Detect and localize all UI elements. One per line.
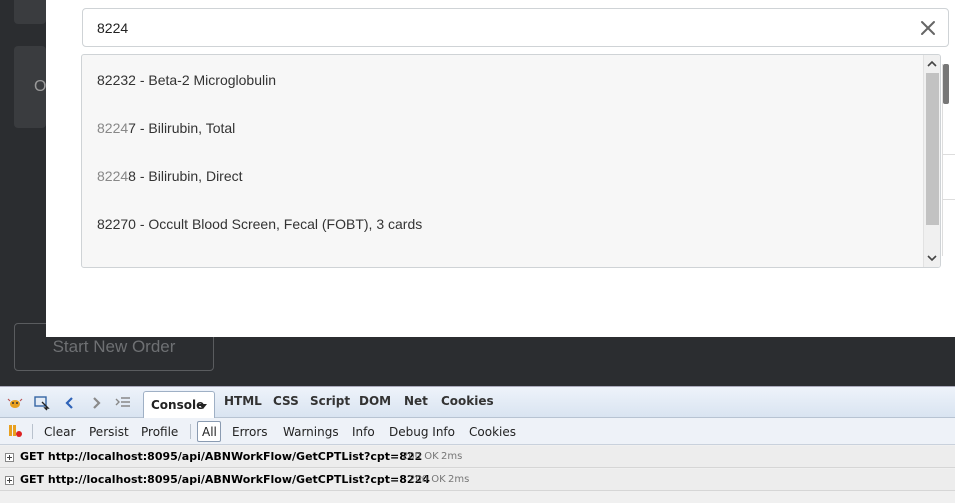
filter-cookies-button[interactable]: Cookies — [469, 425, 516, 439]
filter-errors-button[interactable]: Errors — [232, 425, 268, 439]
search-box[interactable] — [82, 8, 949, 47]
autocomplete-dropdown: 82232 - Beta-2 Microglobulin 82247 - Bil… — [81, 54, 941, 268]
log-request-text: GET http://localhost:8095/api/ABNWorkFlo… — [20, 473, 430, 486]
devtools-panel: Console HTML CSS Script DOM Net Cookies … — [0, 386, 955, 503]
log-request-text: GET http://localhost:8095/api/ABNWorkFlo… — [20, 450, 423, 463]
expand-icon[interactable] — [5, 476, 14, 485]
autocomplete-item[interactable]: 82232 - Beta-2 Microglobulin — [97, 72, 276, 92]
log-time: 2ms — [441, 451, 463, 462]
tab-net[interactable]: Net — [404, 394, 428, 408]
chevron-up-icon[interactable] — [924, 56, 940, 72]
background-card-top — [14, 0, 46, 24]
tab-cookies[interactable]: Cookies — [441, 394, 494, 408]
chevron-down-icon[interactable] — [924, 250, 940, 266]
search-input[interactable] — [97, 18, 897, 38]
cpt-search-modal: 82232 - Beta-2 Microglobulin 82247 - Bil… — [46, 0, 955, 337]
filter-info-button[interactable]: Info — [352, 425, 375, 439]
scrollbar-thumb[interactable] — [926, 73, 939, 225]
underlying-form-scroll — [943, 64, 949, 104]
filter-all-button[interactable]: All — [197, 421, 221, 442]
clear-button[interactable]: Clear — [44, 425, 75, 439]
chevron-left-icon[interactable] — [62, 395, 78, 411]
filter-debug-info-button[interactable]: Debug Info — [389, 425, 455, 439]
autocomplete-item-text: 7 - Bilirubin, Total — [128, 120, 236, 136]
autocomplete-item-text: 82232 - Beta-2 Microglobulin — [97, 72, 276, 88]
devtools-main-toolbar: Console HTML CSS Script DOM Net Cookies — [0, 386, 955, 419]
log-row[interactable]: GET http://localhost:8095/api/ABNWorkFlo… — [0, 469, 955, 491]
autocomplete-item-text: 82270 - Occult Blood Screen, Fecal (FOBT… — [97, 216, 423, 232]
profile-button[interactable]: Profile — [141, 425, 178, 439]
log-row[interactable]: GET http://localhost:8095/api/ABNWorkFlo… — [0, 446, 955, 468]
tab-html[interactable]: HTML — [224, 394, 262, 408]
close-icon[interactable] — [918, 18, 938, 38]
divider — [190, 424, 191, 439]
underlying-form-edge — [942, 64, 955, 256]
console-toolbar: Clear Persist Profile All Errors Warning… — [0, 418, 955, 445]
break-on-error-icon[interactable] — [7, 423, 23, 439]
command-editor-icon[interactable] — [115, 395, 131, 411]
log-time: 2ms — [448, 474, 470, 485]
persist-button[interactable]: Persist — [89, 425, 129, 439]
chevron-right-icon[interactable] — [88, 395, 104, 411]
autocomplete-item[interactable]: 82270 - Occult Blood Screen, Fecal (FOBT… — [97, 216, 422, 236]
background-card-letter: O — [34, 78, 47, 95]
tab-console-label: Console — [151, 398, 205, 412]
filter-warnings-button[interactable]: Warnings — [283, 425, 339, 439]
filter-all-label: All — [202, 425, 217, 439]
autocomplete-item[interactable]: 82248 - Bilirubin, Direct — [97, 168, 243, 188]
divider — [32, 424, 33, 439]
autocomplete-item[interactable]: 82247 - Bilirubin, Total — [97, 120, 235, 140]
tab-dom[interactable]: DOM — [359, 394, 391, 408]
log-status: 200 OK — [402, 451, 439, 462]
autocomplete-item-match: 8224 — [97, 120, 129, 136]
firebug-icon[interactable] — [7, 395, 23, 411]
expand-icon[interactable] — [5, 453, 14, 462]
log-status: 200 OK — [409, 474, 446, 485]
divider — [943, 154, 955, 155]
chevron-down-icon[interactable] — [199, 404, 207, 409]
dropdown-scrollbar[interactable] — [923, 55, 940, 267]
autocomplete-item-text: 8 - Bilirubin, Direct — [128, 168, 243, 184]
divider — [943, 199, 955, 200]
tab-script[interactable]: Script — [310, 394, 350, 408]
inspect-icon[interactable] — [34, 395, 50, 411]
tab-css[interactable]: CSS — [273, 394, 299, 408]
autocomplete-item-match: 8224 — [97, 168, 129, 184]
tab-console[interactable]: Console — [143, 391, 215, 419]
